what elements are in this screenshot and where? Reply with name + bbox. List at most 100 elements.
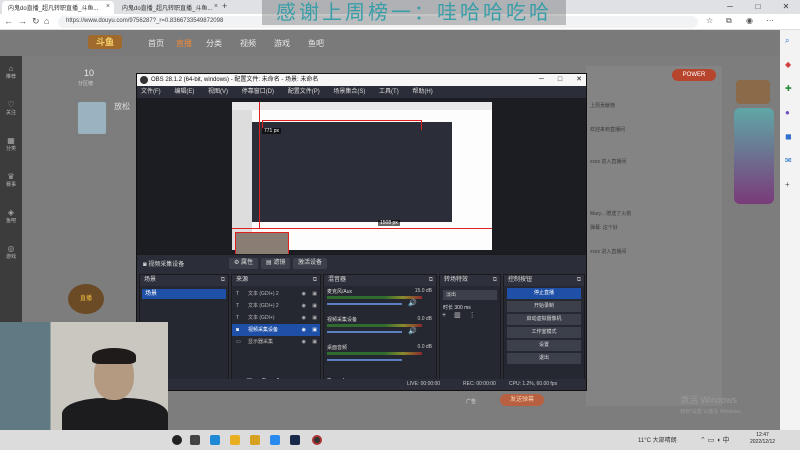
power-button[interactable]: POWER — [672, 69, 716, 81]
source-item[interactable]: T 文本 (GDI+) 2 ◉ ▣ — [232, 300, 320, 312]
menu-tools[interactable]: 工具(T) — [379, 89, 399, 95]
filters-button[interactable]: ▤ 滤镜 — [261, 258, 291, 269]
sidebar-item[interactable]: ◈ 鱼吧 — [2, 208, 20, 224]
games-icon[interactable]: ● — [785, 108, 790, 117]
browser-tab[interactable]: 内鬼do直播_超凡转职直播_斗鱼... × — [116, 1, 222, 14]
trash-icon[interactable]: ▥ — [454, 312, 461, 319]
source-item[interactable]: ▭ 显示器采集 ◉ ▣ — [232, 336, 320, 348]
maximize-icon[interactable]: □ — [744, 0, 772, 14]
menu-help[interactable]: 帮助(H) — [412, 89, 432, 95]
sidebar-item[interactable]: ⌂ 推荐 — [2, 64, 20, 80]
maximize-icon[interactable]: □ — [558, 76, 562, 83]
sidebar-item[interactable]: ◎ 游戏 — [2, 244, 20, 260]
settings-button[interactable]: 设置 — [507, 340, 581, 351]
clock[interactable]: 12:47 2022/12/12 — [750, 432, 775, 446]
menu-docks[interactable]: 停靠窗口(D) — [242, 89, 274, 95]
menu-scene-collection[interactable]: 场景集合(S) — [333, 89, 365, 95]
dock-menu-icon[interactable]: ⧉ — [429, 275, 433, 286]
ad-banner[interactable] — [734, 108, 774, 204]
tray-icons[interactable]: ⌃ ▭ ◖ 中 — [700, 435, 730, 445]
site-logo[interactable]: 斗鱼 — [88, 35, 122, 49]
eye-icon[interactable]: ◉ — [302, 324, 306, 336]
back-icon[interactable]: ← — [4, 16, 13, 26]
speaker-icon[interactable]: 🔊 — [408, 299, 417, 307]
start-recording-button[interactable]: 开始录制 — [507, 301, 581, 312]
properties-button[interactable]: ⚙ 属性 — [229, 258, 259, 269]
start-virtual-camera-button[interactable]: 启动虚拟摄像机 — [507, 314, 581, 325]
menu-view[interactable]: 视图(V) — [208, 89, 228, 95]
nav-item-category[interactable]: 分类 — [206, 38, 222, 49]
more-icon[interactable]: ⋯ — [766, 16, 774, 25]
sidebar-item[interactable]: ♛ 赛事 — [2, 172, 20, 188]
close-icon[interactable]: × — [214, 3, 218, 10]
steam-icon[interactable] — [290, 435, 300, 445]
volume-slider[interactable] — [327, 359, 402, 361]
eye-icon[interactable]: ◉ — [302, 312, 306, 324]
office-icon[interactable]: ◼ — [785, 132, 792, 141]
activity-banner[interactable] — [736, 80, 770, 104]
shopping-icon[interactable]: ◆ — [785, 60, 791, 69]
nav-item-video[interactable]: 视频 — [240, 38, 256, 49]
dock-menu-icon[interactable]: ⧉ — [577, 275, 581, 286]
volume-slider[interactable] — [327, 303, 402, 305]
exit-button[interactable]: 退出 — [507, 353, 581, 364]
source-item[interactable]: ◙ 视频采集设备 ◉ ▣ — [232, 324, 320, 336]
task-view-icon[interactable] — [190, 435, 200, 445]
nav-item-live[interactable]: 直播 — [176, 38, 192, 49]
scene-item[interactable]: 场景 — [142, 289, 226, 299]
source-item[interactable]: T 文本 (GDI+) 2 ◉ ▣ — [232, 288, 320, 300]
eye-icon[interactable]: ◉ — [302, 288, 306, 300]
store-icon[interactable] — [270, 435, 280, 445]
tools-icon[interactable]: ✚ — [785, 84, 792, 93]
eye-icon[interactable]: ◉ — [302, 300, 306, 312]
collections-icon[interactable]: ⧉ — [726, 16, 732, 26]
more-icon[interactable]: ⋮ — [469, 312, 476, 319]
sidebar-item[interactable]: ♡ 关注 — [2, 100, 20, 116]
forward-icon[interactable]: → — [18, 16, 27, 26]
add-icon[interactable]: + — [442, 312, 446, 319]
transition-select[interactable]: 淡出 — [443, 290, 497, 300]
nav-item-game[interactable]: 游戏 — [274, 38, 290, 49]
home-icon[interactable]: ⌂ — [44, 16, 49, 26]
dock-menu-icon[interactable]: ⧉ — [221, 275, 225, 286]
volume-slider[interactable] — [327, 331, 402, 333]
search-icon[interactable]: ⌕ — [785, 36, 789, 46]
new-tab-icon[interactable]: + — [222, 1, 227, 11]
search-icon[interactable] — [172, 435, 182, 445]
close-window-icon[interactable]: ✕ — [772, 0, 800, 14]
minimize-icon[interactable]: ─ — [716, 0, 744, 14]
close-icon[interactable]: × — [106, 3, 110, 10]
send-danmaku-button[interactable]: 发送弹幕 — [500, 394, 544, 406]
menu-file[interactable]: 文件(F) — [141, 89, 161, 95]
refresh-icon[interactable]: ↻ — [32, 16, 40, 27]
eye-icon[interactable]: ◉ — [302, 336, 306, 348]
studio-mode-button[interactable]: 工作室模式 — [507, 327, 581, 338]
favorites-icon[interactable]: ☆ — [706, 16, 713, 25]
obs-taskbar-icon[interactable] — [312, 435, 322, 445]
lock-icon[interactable]: ▣ — [312, 288, 317, 300]
browser-tab[interactable]: 内鬼do直播_超凡转职直播_斗鱼... × — [2, 1, 114, 14]
minimize-icon[interactable]: ─ — [539, 76, 544, 83]
nav-item-fishbar[interactable]: 鱼吧 — [308, 38, 324, 49]
activate-device-button[interactable]: 激活设备 — [293, 258, 328, 269]
profile-icon[interactable]: ◉ — [746, 16, 753, 25]
close-icon[interactable]: ✕ — [576, 76, 582, 83]
weather-widget[interactable]: 11°C 大部晴朗 — [638, 435, 677, 444]
source-item[interactable]: T 文本 (GDI+) ◉ ▣ — [232, 312, 320, 324]
file-explorer-icon[interactable] — [230, 435, 240, 445]
edge-icon[interactable] — [210, 435, 220, 445]
stop-streaming-button[interactable]: 停止直播 — [507, 288, 581, 299]
outlook-icon[interactable]: ✉ — [785, 156, 792, 165]
live-badge[interactable]: 直播 — [68, 284, 104, 314]
dock-menu-icon[interactable]: ⧉ — [313, 275, 317, 286]
speaker-icon[interactable]: 🔊 — [408, 327, 417, 335]
sidebar-item[interactable]: ▦ 分类 — [2, 136, 20, 152]
nav-item-home[interactable]: 首页 — [148, 38, 164, 49]
preview-canvas[interactable]: 771 px 1508 px — [232, 102, 492, 250]
menu-profile[interactable]: 配置文件(P) — [288, 89, 320, 95]
lock-icon[interactable]: ▣ — [312, 300, 317, 312]
app-icon[interactable] — [250, 435, 260, 445]
lock-icon[interactable]: ▣ — [312, 312, 317, 324]
avatar[interactable] — [78, 102, 106, 134]
add-icon[interactable]: + — [785, 180, 790, 189]
